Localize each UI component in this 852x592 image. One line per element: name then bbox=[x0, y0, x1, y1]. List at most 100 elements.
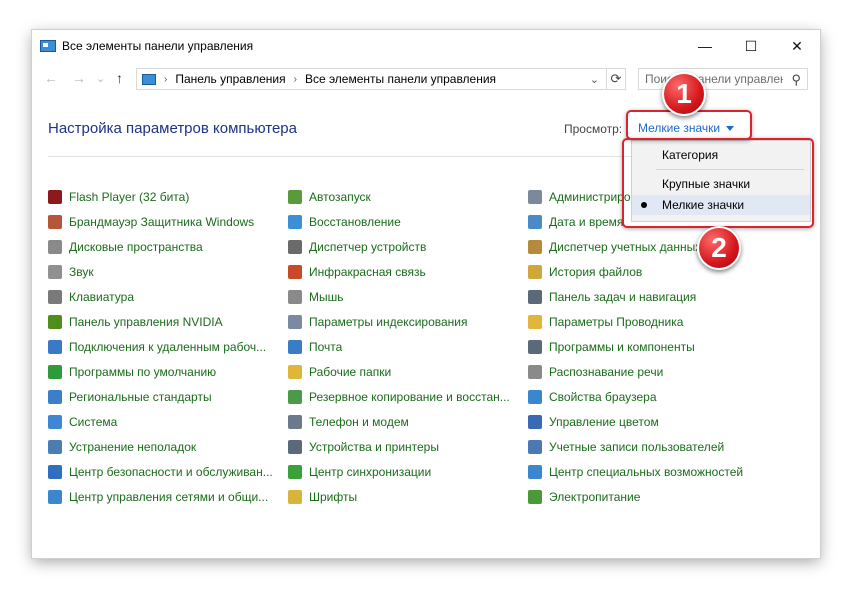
control-panel-item[interactable]: Подключения к удаленным рабоч... bbox=[48, 334, 278, 359]
control-panel-item[interactable]: Почта bbox=[288, 334, 518, 359]
control-panel-item-label: Звук bbox=[69, 264, 94, 279]
control-panel-item[interactable]: Распознавание речи bbox=[528, 359, 758, 384]
control-panel-item-label: Программы по умолчанию bbox=[69, 364, 217, 379]
address-bar[interactable]: › Панель управления › Все элементы панел… bbox=[136, 68, 626, 90]
up-arrow-icon[interactable]: ↑ bbox=[116, 70, 123, 86]
color-management-icon bbox=[528, 414, 542, 429]
control-panel-item[interactable]: Центр синхронизации bbox=[288, 459, 518, 484]
step-badge-1: 1 bbox=[662, 72, 706, 116]
back-arrow-icon[interactable]: ← bbox=[44, 70, 58, 86]
firewall-icon bbox=[48, 214, 62, 229]
keyboard-icon bbox=[48, 289, 62, 304]
control-panel-item[interactable]: Параметры индексирования bbox=[288, 309, 518, 334]
forward-arrow-icon[interactable]: → bbox=[72, 70, 86, 86]
control-panel-item-label: Рабочие папки bbox=[309, 364, 392, 379]
control-panel-item[interactable]: Клавиатура bbox=[48, 284, 278, 309]
security-flag-icon bbox=[48, 464, 62, 479]
explorer-options-icon bbox=[528, 314, 542, 329]
control-panel-item[interactable]: Мышь bbox=[288, 284, 518, 309]
device-manager-icon bbox=[288, 239, 302, 254]
control-panel-item-label: Панель задач и навигация bbox=[549, 289, 697, 304]
minimize-button[interactable]: — bbox=[682, 30, 728, 62]
sync-icon bbox=[288, 464, 302, 479]
close-button[interactable]: ✕ bbox=[774, 30, 820, 62]
control-panel-item-label: Flash Player (32 бита) bbox=[69, 189, 190, 204]
printer-icon bbox=[288, 439, 302, 454]
control-panel-item-label: Дисковые пространства bbox=[69, 239, 203, 254]
control-panel-item-label: Дата и время bbox=[549, 214, 624, 229]
control-panel-item-label: Автозапуск bbox=[309, 189, 371, 204]
step-badge-2: 2 bbox=[697, 226, 741, 270]
control-panel-item-label: Центр безопасности и обслуживан... bbox=[69, 464, 273, 479]
control-panel-item[interactable]: Панель управления NVIDIA bbox=[48, 309, 278, 334]
recovery-icon bbox=[288, 214, 302, 229]
view-by-label: Просмотр: bbox=[564, 122, 623, 136]
control-panel-item-label: Панель управления NVIDIA bbox=[69, 314, 223, 329]
control-panel-item[interactable]: Учетные записи пользователей bbox=[528, 434, 758, 459]
control-panel-item[interactable]: Инфракрасная связь bbox=[288, 259, 518, 284]
taskbar-icon bbox=[528, 289, 542, 304]
control-panel-item[interactable]: Брандмауэр Защитника Windows bbox=[48, 209, 278, 234]
control-panel-item-label: Резервное копирование и восстан... bbox=[309, 389, 510, 404]
control-panel-item-label: Программы и компоненты bbox=[549, 339, 695, 354]
control-panel-item[interactable]: Рабочие папки bbox=[288, 359, 518, 384]
control-panel-item-label: Центр управления сетями и общи... bbox=[69, 489, 269, 504]
control-panel-item[interactable]: Программы и компоненты bbox=[528, 334, 758, 359]
control-panel-item-label: Центр синхронизации bbox=[309, 464, 432, 479]
control-panel-item[interactable]: Восстановление bbox=[288, 209, 518, 234]
control-panel-item[interactable]: Центр безопасности и обслуживан... bbox=[48, 459, 278, 484]
control-panel-item-label: Распознавание речи bbox=[549, 364, 664, 379]
control-panel-item[interactable]: Flash Player (32 бита) bbox=[48, 184, 278, 209]
control-panel-item[interactable]: Автозапуск bbox=[288, 184, 518, 209]
backup-icon bbox=[288, 389, 302, 404]
internet-options-icon bbox=[528, 389, 542, 404]
control-panel-item-label: Диспетчер учетных данных bbox=[549, 239, 702, 254]
nvidia-icon bbox=[48, 314, 62, 329]
control-panel-item[interactable]: Устройства и принтеры bbox=[288, 434, 518, 459]
search-icon[interactable]: ⚲ bbox=[791, 72, 801, 88]
breadcrumb-control-panel[interactable]: Панель управления bbox=[175, 72, 285, 86]
breadcrumb-all-items[interactable]: Все элементы панели управления bbox=[305, 72, 496, 86]
control-panel-item[interactable]: Центр управления сетями и общи... bbox=[48, 484, 278, 509]
control-panel-item-label: Центр специальных возможностей bbox=[549, 464, 744, 479]
control-panel-item[interactable]: Звук bbox=[48, 259, 278, 284]
control-panel-item[interactable]: Центр специальных возможностей bbox=[528, 459, 758, 484]
control-panel-item[interactable]: Система bbox=[48, 409, 278, 434]
control-panel-item-label: История файлов bbox=[549, 264, 643, 279]
items-column-1: Flash Player (32 бита) Брандмауэр Защитни… bbox=[48, 184, 278, 509]
page-title: Настройка параметров компьютера bbox=[48, 120, 297, 137]
control-panel-item[interactable]: Телефон и модем bbox=[288, 409, 518, 434]
control-panel-item-label: Инфракрасная связь bbox=[309, 264, 426, 279]
control-panel-item[interactable]: Шрифты bbox=[288, 484, 518, 509]
flash-icon bbox=[48, 189, 62, 204]
control-panel-item[interactable]: Панель задач и навигация bbox=[528, 284, 758, 309]
control-panel-item[interactable]: Резервное копирование и восстан... bbox=[288, 384, 518, 409]
troubleshoot-icon bbox=[48, 439, 62, 454]
control-panel-icon bbox=[40, 40, 56, 52]
control-panel-item[interactable]: Свойства браузера bbox=[528, 384, 758, 409]
control-panel-item[interactable]: Региональные стандарты bbox=[48, 384, 278, 409]
control-panel-item[interactable]: Диспетчер устройств bbox=[288, 234, 518, 259]
system-icon bbox=[48, 414, 62, 429]
fonts-icon bbox=[288, 489, 302, 504]
admin-tools-icon bbox=[528, 189, 542, 204]
breadcrumb-separator-icon: › bbox=[293, 73, 297, 85]
control-panel-item[interactable]: Управление цветом bbox=[528, 409, 758, 434]
maximize-button[interactable]: ☐ bbox=[728, 30, 774, 62]
refresh-button[interactable]: ⟳ bbox=[606, 68, 626, 90]
control-panel-item[interactable]: Электропитание bbox=[528, 484, 758, 509]
control-panel-item[interactable]: Параметры Проводника bbox=[528, 309, 758, 334]
control-panel-item-label: Устранение неполадок bbox=[69, 439, 197, 454]
recent-locations-icon[interactable]: ⌄ bbox=[96, 72, 105, 85]
control-panel-item-label: Диспетчер устройств bbox=[309, 239, 427, 254]
control-panel-item-label: Мышь bbox=[309, 289, 344, 304]
control-panel-item-label: Брандмауэр Защитника Windows bbox=[69, 214, 255, 229]
control-panel-item[interactable]: Устранение неполадок bbox=[48, 434, 278, 459]
highlight-view-menu bbox=[622, 138, 814, 228]
work-folders-icon bbox=[288, 364, 302, 379]
control-panel-item[interactable]: Программы по умолчанию bbox=[48, 359, 278, 384]
control-panel-item[interactable]: Дисковые пространства bbox=[48, 234, 278, 259]
clock-icon bbox=[528, 214, 542, 229]
speaker-icon bbox=[48, 264, 62, 279]
address-dropdown-icon[interactable]: ⌄ bbox=[590, 73, 599, 86]
